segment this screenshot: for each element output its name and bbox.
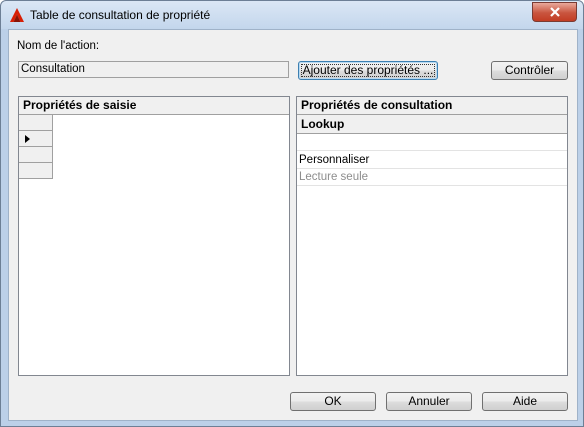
dialog-window: Table de consultation de propriété Nom d… xyxy=(0,0,584,427)
input-properties-panel: Propriétés de saisie xyxy=(18,96,290,376)
lookup-properties-header: Propriétés de consultation xyxy=(297,97,567,115)
action-name-field[interactable]: Consultation xyxy=(18,61,289,78)
row-header-3[interactable] xyxy=(19,147,53,163)
check-button[interactable]: Contrôler xyxy=(491,61,568,80)
add-properties-button[interactable]: Ajouter des propriétés ... xyxy=(298,61,438,80)
arrow-right-icon xyxy=(25,135,30,143)
close-icon xyxy=(549,7,560,17)
ok-button[interactable]: OK xyxy=(290,392,376,411)
lookup-column-header[interactable]: Lookup xyxy=(297,115,567,134)
input-properties-header: Propriétés de saisie xyxy=(19,97,289,115)
add-properties-label: Ajouter des propriétés ... xyxy=(302,63,434,77)
row-header-1[interactable] xyxy=(19,115,53,131)
help-button[interactable]: Aide xyxy=(482,392,568,411)
list-item-personnaliser[interactable]: Personnaliser xyxy=(297,152,567,169)
title-bar[interactable]: Table de consultation de propriété xyxy=(1,1,583,29)
action-name-label: Nom de l'action: xyxy=(17,40,100,52)
close-button[interactable] xyxy=(532,2,577,22)
cancel-button[interactable]: Annuler xyxy=(386,392,472,411)
lookup-properties-panel: Propriétés de consultation Lookup Person… xyxy=(296,96,568,376)
window-title: Table de consultation de propriété xyxy=(30,8,211,22)
list-item-lecture-seule: Lecture seule xyxy=(297,169,567,186)
row-header-2[interactable] xyxy=(19,131,53,147)
row-header-4[interactable] xyxy=(19,163,53,179)
list-item[interactable] xyxy=(297,134,567,151)
input-properties-grid[interactable] xyxy=(53,115,289,375)
autocad-logo-icon xyxy=(10,8,24,22)
dialog-body: Nom de l'action: Consultation Ajouter de… xyxy=(8,29,578,421)
